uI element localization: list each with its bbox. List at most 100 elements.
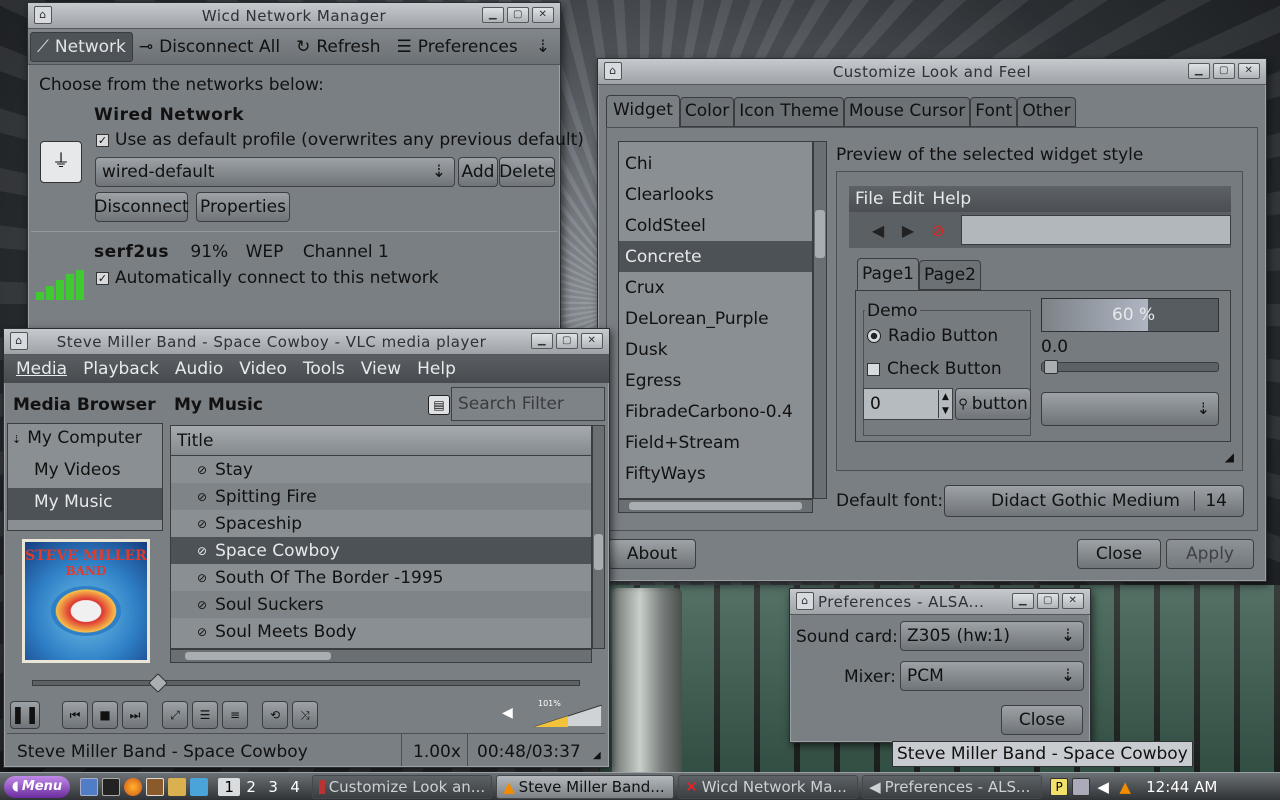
tab-mouse-cursor[interactable]: Mouse Cursor: [843, 97, 971, 127]
back-icon[interactable]: ◀: [863, 221, 893, 240]
close-icon[interactable]: ✕: [581, 333, 603, 349]
maximize-icon[interactable]: ▢: [556, 333, 578, 349]
theme-list-hscrollbar[interactable]: [618, 499, 813, 513]
check-button[interactable]: Check Button: [867, 359, 1002, 379]
disconnect-all-button[interactable]: ⊸ Disconnect All: [139, 37, 280, 57]
table-row[interactable]: ⊘ Spaceship: [171, 510, 591, 537]
vlc-titlebar[interactable]: ⌂ Steve Miller Band - Space Cowboy - VLC…: [4, 329, 609, 355]
spin-button[interactable]: 0 ▲ ▼: [863, 388, 953, 420]
list-item[interactable]: Field+Stream: [619, 427, 812, 458]
window-menu-icon[interactable]: ⌂: [10, 332, 28, 350]
task-wicd[interactable]: ✕ Wicd Network Ma...: [678, 774, 859, 799]
maximize-icon[interactable]: ▢: [507, 7, 529, 23]
window-menu-icon[interactable]: ⌂: [604, 62, 622, 80]
theme-list-vscrollbar[interactable]: [813, 141, 827, 499]
equalizer-icon[interactable]: ≡: [222, 701, 248, 729]
mixer-combo[interactable]: PCM ⇣: [900, 661, 1084, 691]
menu-playback[interactable]: Playback: [83, 359, 159, 379]
tab-color[interactable]: Color: [679, 97, 735, 127]
tab-widget[interactable]: Widget: [606, 95, 680, 127]
tab-other[interactable]: Other: [1017, 97, 1076, 127]
terminal-icon[interactable]: [102, 777, 121, 796]
vlc-tray-icon[interactable]: ▲: [1116, 778, 1134, 796]
table-row[interactable]: ⊘ South Of The Border -1995: [171, 564, 591, 591]
minimize-icon[interactable]: ▁: [1012, 593, 1034, 609]
close-icon[interactable]: ✕: [1238, 63, 1260, 79]
wicd-titlebar[interactable]: ⌂ Wicd Network Manager ▁ ▢ ✕: [28, 3, 560, 29]
maximize-icon[interactable]: ▢: [1213, 63, 1235, 79]
menu-tools[interactable]: Tools: [303, 359, 345, 379]
table-row[interactable]: ⊘ Soul Suckers: [171, 591, 591, 618]
network-button[interactable]: ⟋ Network: [30, 31, 133, 62]
preview-tab-page2[interactable]: Page2: [919, 260, 981, 290]
next-icon[interactable]: ⏭: [122, 701, 148, 729]
forward-icon[interactable]: ▶: [893, 221, 923, 240]
delete-profile-button[interactable]: Delete: [499, 157, 555, 187]
previous-icon[interactable]: ⏮: [62, 701, 88, 729]
column-header-title[interactable]: Title: [171, 426, 591, 456]
scrollbar-thumb[interactable]: [185, 652, 331, 660]
alsa-close-button[interactable]: Close: [1001, 705, 1083, 735]
workspace-2[interactable]: 2: [240, 778, 262, 796]
alsa-titlebar[interactable]: ⌂ Preferences - ALSA... ▁ ▢ ✕: [790, 589, 1090, 615]
tree-item-my-computer[interactable]: ⇣ My Computer: [8, 424, 162, 456]
volume-slider[interactable]: 101%: [533, 699, 603, 728]
preferences-button[interactable]: ☰ Preferences: [397, 37, 518, 57]
refresh-button[interactable]: ↻ Refresh: [296, 37, 380, 57]
wired-profile-combo[interactable]: wired-default ⇣: [95, 157, 455, 187]
list-item[interactable]: DeLorean_Purple: [619, 303, 812, 334]
list-item[interactable]: Egress: [619, 365, 812, 396]
maximize-icon[interactable]: ▢: [1037, 593, 1059, 609]
app-grid-icon[interactable]: [146, 777, 165, 796]
playlist-view-icon[interactable]: ▤: [428, 395, 450, 415]
menu-video[interactable]: Video: [239, 359, 287, 379]
elapsed-time[interactable]: 00:48/03:37: [477, 742, 581, 762]
pause-icon[interactable]: ❚❚: [10, 701, 40, 729]
search-filter-input[interactable]: Search Filter: [451, 387, 605, 421]
disconnect-button[interactable]: Disconnect: [94, 192, 189, 222]
table-row[interactable]: ⊘ Stay: [171, 456, 591, 483]
stop-icon[interactable]: ■: [92, 701, 118, 729]
auto-connect-checkbox[interactable]: ✓ Automatically connect to this network: [96, 268, 439, 288]
preview-menu-edit[interactable]: Edit: [891, 189, 924, 209]
volume-tray-icon[interactable]: ◀: [1094, 778, 1112, 796]
preview-menu-file[interactable]: File: [855, 189, 883, 209]
theme-list[interactable]: Chi Clearlooks ColdSteel Concrete Crux D…: [618, 141, 813, 499]
minimize-icon[interactable]: ▁: [1188, 63, 1210, 79]
playlist-hscrollbar[interactable]: [170, 649, 592, 663]
workspace-4[interactable]: 4: [284, 778, 306, 796]
list-item[interactable]: Clearlooks: [619, 179, 812, 210]
preview-combo[interactable]: ⇣: [1041, 392, 1219, 426]
image-viewer-icon[interactable]: [190, 777, 209, 796]
task-customize-look[interactable]: Customize Look an...: [312, 774, 493, 799]
firefox-icon[interactable]: [124, 777, 143, 796]
workspace-3[interactable]: 3: [262, 778, 284, 796]
list-item[interactable]: Crux: [619, 272, 812, 303]
tree-item-my-music[interactable]: My Music: [8, 488, 162, 520]
default-profile-checkbox[interactable]: ✓ Use as default profile (overwrites any …: [96, 130, 584, 150]
menu-media[interactable]: Media: [16, 359, 67, 379]
menu-audio[interactable]: Audio: [175, 359, 223, 379]
start-menu-button[interactable]: ◖ Menu: [4, 775, 71, 798]
network-tray-icon[interactable]: [1072, 777, 1091, 796]
scrollbar-thumb[interactable]: [815, 210, 825, 258]
window-menu-icon[interactable]: ⌂: [796, 592, 814, 610]
tab-font[interactable]: Font: [970, 97, 1018, 127]
folder-icon[interactable]: [168, 777, 187, 796]
menu-view[interactable]: View: [361, 359, 401, 379]
close-icon[interactable]: ✕: [532, 7, 554, 23]
menu-help[interactable]: Help: [417, 359, 456, 379]
preview-tab-page1[interactable]: Page1: [857, 258, 919, 290]
loop-icon[interactable]: ⟲: [262, 701, 288, 729]
table-row[interactable]: ⊘ Spitting Fire: [171, 483, 591, 510]
playlist-vscrollbar[interactable]: [592, 425, 605, 649]
radio-button[interactable]: Radio Button: [867, 326, 998, 346]
spin-arrows-icon[interactable]: ▲ ▼: [938, 390, 952, 418]
task-alsa-preferences[interactable]: ◀ Preferences - ALS...: [862, 774, 1043, 799]
add-profile-button[interactable]: Add: [458, 157, 498, 187]
scrollbar-thumb[interactable]: [594, 534, 603, 570]
shuffle-icon[interactable]: ⤨: [292, 701, 318, 729]
scrollbar-thumb[interactable]: [629, 502, 802, 510]
preview-entry[interactable]: [961, 215, 1231, 245]
properties-button[interactable]: Properties: [196, 192, 290, 222]
